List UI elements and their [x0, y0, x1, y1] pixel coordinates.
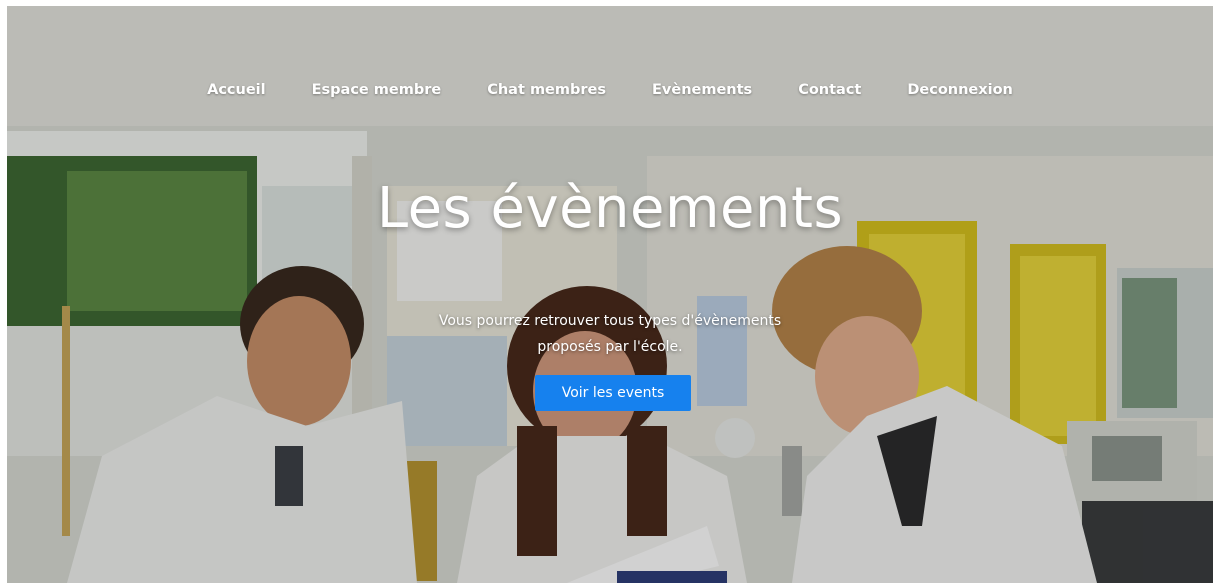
- view-events-button[interactable]: Voir les events: [535, 375, 691, 411]
- hero-section: Accueil Espace membre Chat membres Evène…: [7, 6, 1213, 583]
- hero-subtitle-line-1: Vous pourrez retrouver tous types d'évèn…: [438, 313, 782, 329]
- main-navigation: Accueil Espace membre Chat membres Evène…: [7, 78, 1213, 108]
- hero-subtitle: Vous pourrez retrouver tous types d'évèn…: [410, 308, 810, 360]
- page-title: Les évènements: [376, 176, 844, 241]
- hero-subtitle-line-2: proposés par l'école.: [537, 339, 683, 355]
- nav-deconnexion[interactable]: Deconnexion: [884, 78, 1036, 108]
- nav-contact[interactable]: Contact: [775, 78, 884, 108]
- nav-evenements[interactable]: Evènements: [629, 78, 775, 108]
- nav-espace-membre[interactable]: Espace membre: [289, 78, 465, 108]
- nav-chat-membres[interactable]: Chat membres: [464, 78, 629, 108]
- nav-accueil[interactable]: Accueil: [184, 78, 289, 108]
